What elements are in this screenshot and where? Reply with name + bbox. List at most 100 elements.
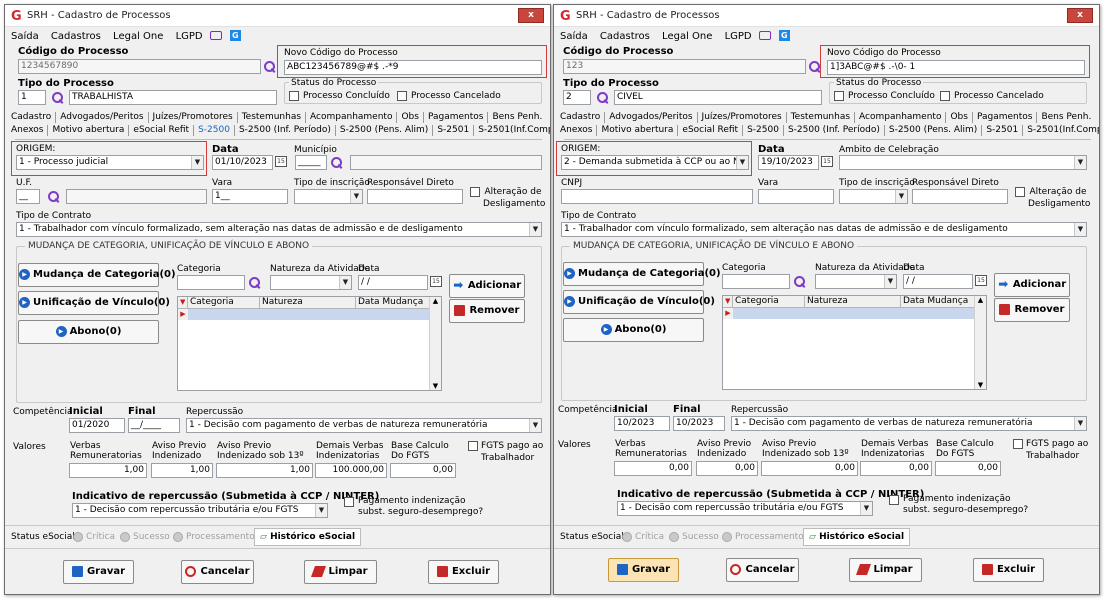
- table-row[interactable]: [733, 308, 975, 319]
- tab-juizes[interactable]: Juízes/Promotores: [149, 112, 238, 123]
- tab-s2501[interactable]: S-2501: [433, 125, 475, 136]
- g-app-icon[interactable]: G: [778, 30, 790, 41]
- municipio-code-input[interactable]: _____: [295, 155, 327, 170]
- tipo-contrato-select[interactable]: 1 - Trabalhador com vínculo formalizado,…: [561, 222, 1087, 237]
- repercussao-select[interactable]: 1 - Decisão com pagamento de verbas de n…: [186, 418, 542, 433]
- search-icon[interactable]: [597, 92, 608, 103]
- fgts-checkbox[interactable]: [468, 441, 478, 451]
- menu-legal-one[interactable]: Legal One: [113, 31, 163, 42]
- menu-cadastros[interactable]: Cadastros: [51, 31, 101, 42]
- mudanca-categoria-button[interactable]: ▶ Mudança de Categoria(0): [563, 262, 721, 286]
- screen-icon[interactable]: [758, 31, 771, 40]
- data-input[interactable]: 01/10/2023: [212, 155, 273, 170]
- calendar-icon[interactable]: 15: [430, 276, 442, 287]
- menu-saida[interactable]: Saída: [560, 31, 588, 42]
- tab-esocial-refit[interactable]: eSocial Refit: [678, 125, 744, 136]
- tab-obs[interactable]: Obs: [946, 112, 973, 123]
- excluir-button[interactable]: Excluir: [428, 560, 499, 584]
- tab-s2500-pens[interactable]: S-2500 (Pens. Alim): [336, 125, 434, 136]
- categoria-grid[interactable]: ▼ Categoria Natureza Data Mudança ▶ ▲ ▼: [722, 295, 987, 390]
- tab-advogados[interactable]: Advogados/Peritos: [605, 112, 698, 123]
- remover-button[interactable]: Remover: [994, 298, 1070, 322]
- novo-codigo-input[interactable]: ABC123456789@#$ .-*9: [284, 60, 542, 75]
- menu-lgpd[interactable]: LGPD: [725, 31, 752, 42]
- data2-input[interactable]: / /: [358, 275, 428, 290]
- novo-codigo-input[interactable]: 1]3ABC@#$ .-\0- 1: [827, 60, 1085, 75]
- excluir-button[interactable]: Excluir: [973, 558, 1044, 582]
- codigo-input[interactable]: 1234567890: [18, 59, 261, 74]
- unificacao-vinculo-button[interactable]: ▶ Unificação de Vínculo(0): [18, 291, 170, 315]
- tipo-inscricao-select[interactable]: [839, 189, 908, 204]
- cancelar-button[interactable]: Cancelar: [726, 558, 799, 582]
- aviso-previo-13-input[interactable]: 1,00: [216, 463, 313, 478]
- tab-acompanhamento[interactable]: Acompanhamento: [306, 112, 398, 123]
- pagamento-checkbox[interactable]: [344, 497, 354, 507]
- tipo-contrato-select[interactable]: 1 - Trabalhador com vínculo formalizado,…: [16, 222, 542, 237]
- historico-esocial-button[interactable]: ▱ Histórico eSocial: [254, 528, 362, 546]
- vara-input[interactable]: [758, 189, 834, 204]
- categoria-input[interactable]: [722, 274, 790, 289]
- tab-s2501[interactable]: S-2501: [982, 125, 1024, 136]
- verbas-remuneratorias-input[interactable]: 1,00: [69, 463, 147, 478]
- cancelar-button[interactable]: Cancelar: [181, 560, 254, 584]
- calendar-icon[interactable]: 15: [275, 156, 287, 167]
- search-icon[interactable]: [249, 277, 260, 288]
- g-app-icon[interactable]: G: [229, 30, 241, 41]
- limpar-button[interactable]: Limpar: [849, 558, 922, 582]
- search-icon[interactable]: [809, 61, 820, 72]
- aviso-previo-input[interactable]: 1,00: [151, 463, 213, 478]
- abono-button[interactable]: ▶ Abono(0): [18, 320, 159, 344]
- tab-esocial-refit[interactable]: eSocial Refit: [129, 125, 195, 136]
- origem-select[interactable]: 2 - Demanda submetida à CCP ou ao NINTER: [561, 155, 749, 170]
- aviso-previo-13-input[interactable]: 0,00: [761, 461, 858, 476]
- cancelado-checkbox[interactable]: [940, 91, 950, 101]
- tab-cadastro[interactable]: Cadastro: [556, 112, 606, 123]
- fgts-checkbox[interactable]: [1013, 439, 1023, 449]
- tab-testemunhas[interactable]: Testemunhas: [238, 112, 307, 123]
- demais-verbas-input[interactable]: 0,00: [860, 461, 932, 476]
- concluido-checkbox[interactable]: [834, 91, 844, 101]
- alteracao-checkbox[interactable]: [1015, 187, 1025, 197]
- processamento-radio[interactable]: [722, 532, 732, 542]
- tab-anexos[interactable]: Anexos: [556, 125, 598, 136]
- calendar-icon[interactable]: 15: [975, 275, 987, 286]
- tab-s2501-compl[interactable]: S-2501(Inf.Compl): [1023, 125, 1099, 136]
- historico-esocial-button[interactable]: ▱ Histórico eSocial: [803, 528, 911, 546]
- final-input[interactable]: __/____: [128, 418, 180, 433]
- search-icon[interactable]: [331, 157, 342, 168]
- responsavel-input[interactable]: [912, 189, 1008, 204]
- sucesso-radio[interactable]: [120, 532, 130, 542]
- grid-scrollbar[interactable]: ▲ ▼: [974, 296, 986, 389]
- natureza-select[interactable]: [815, 274, 897, 289]
- uf-input[interactable]: __: [16, 189, 40, 204]
- tab-bens[interactable]: Bens Penh.: [1037, 112, 1095, 123]
- final-input[interactable]: 10/2023: [673, 416, 725, 431]
- concluido-checkbox[interactable]: [289, 91, 299, 101]
- categoria-grid[interactable]: ▼ Categoria Natureza Data Mudança ▶ ▲ ▼: [177, 296, 442, 391]
- demais-verbas-input[interactable]: 100.000,00: [315, 463, 387, 478]
- tab-s2500[interactable]: S-2500: [743, 125, 784, 136]
- critica-radio[interactable]: [622, 532, 632, 542]
- tab-pagamentos[interactable]: Pagamentos: [973, 112, 1038, 123]
- calendar-icon[interactable]: 15: [821, 156, 833, 167]
- indicativo-select[interactable]: 1 - Decisão com repercussão tributária e…: [72, 503, 328, 518]
- search-icon[interactable]: [52, 92, 63, 103]
- data2-input[interactable]: / /: [903, 274, 973, 289]
- tab-pagamentos[interactable]: Pagamentos: [424, 112, 489, 123]
- tab-advogados[interactable]: Advogados/Peritos: [56, 112, 149, 123]
- adicionar-button[interactable]: ➡ Adicionar: [449, 274, 525, 298]
- categoria-input[interactable]: [177, 275, 245, 290]
- tab-s2500[interactable]: S-2500: [194, 125, 235, 136]
- grid-col-categoria[interactable]: Categoria: [188, 297, 260, 309]
- responsavel-input[interactable]: [367, 189, 463, 204]
- inicial-input[interactable]: 10/2023: [614, 416, 670, 431]
- tab-s2501-compl[interactable]: S-2501(Inf.Compl): [474, 125, 550, 136]
- tab-anexos[interactable]: Anexos: [7, 125, 49, 136]
- pagamento-checkbox[interactable]: [889, 495, 899, 505]
- base-calculo-input[interactable]: 0,00: [935, 461, 1001, 476]
- tipo-code-input[interactable]: 1: [18, 90, 46, 105]
- screen-icon[interactable]: [209, 31, 222, 40]
- cancelado-checkbox[interactable]: [397, 91, 407, 101]
- remover-button[interactable]: Remover: [449, 299, 525, 323]
- tab-s2500-pens[interactable]: S-2500 (Pens. Alim): [885, 125, 983, 136]
